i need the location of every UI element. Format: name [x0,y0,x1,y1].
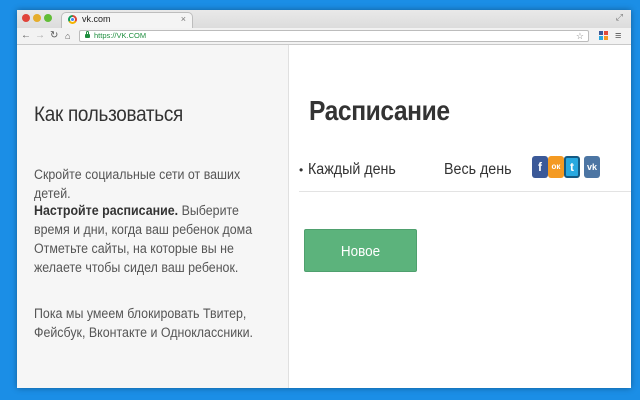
bullet-icon: • [299,163,304,177]
new-rule-button[interactable]: Новое правило [304,229,417,301]
browser-toolbar: ← → ↻ ⌂ https://VK.COM ☆ ≡ [17,28,631,45]
vkontakte-icon: vk [584,156,600,178]
new-rule-label: Новое правило [334,243,387,301]
star-icon[interactable]: ☆ [576,30,584,42]
maximize-window-icon[interactable] [44,14,52,22]
page-content: Как пользоваться Скройте социальные сети… [17,45,631,388]
close-window-icon[interactable] [22,14,30,22]
home-icon[interactable]: ⌂ [65,29,70,43]
address-bar[interactable]: https://VK.COM ☆ [79,30,589,42]
forward-arrow-icon[interactable]: → [35,29,45,43]
browser-window: vk.com × ⤢ ← → ↻ ⌂ https://VK.COM ☆ ≡ Ка… [17,10,631,388]
schedule-panel: Расписание • Каждый день Весь день f ок … [289,45,631,388]
tab-close-icon[interactable]: × [181,14,186,24]
divider [299,191,631,192]
odnoklassniki-icon: ок [548,156,564,178]
rule-days: Каждый день [308,161,396,178]
minimize-window-icon[interactable] [33,14,41,22]
lock-icon [85,31,90,38]
sidebar-supported-networks: Пока мы умеем блокировать Твитер, Фейсбу… [34,306,254,340]
help-sidebar: Как пользоваться Скройте социальные сети… [17,45,289,388]
sidebar-title: Как пользоваться [34,103,184,126]
page-title: Расписание [309,95,450,126]
reload-icon[interactable]: ↻ [50,29,58,43]
sidebar-schedule-bold: Настройте расписание. [34,203,179,218]
tab-title: vk.com [82,14,111,24]
tab-strip: vk.com × ⤢ [17,10,631,28]
url-text[interactable]: https://VK.COM [94,31,146,41]
facebook-icon: f [532,156,548,178]
back-arrow-icon[interactable]: ← [21,29,31,43]
browser-tab[interactable]: vk.com × [61,12,193,28]
extension-icon[interactable] [599,31,609,41]
rule-time: Весь день [444,161,512,178]
chrome-favicon [68,15,77,24]
schedule-rule-row[interactable]: • Каждый день Весь день f ок t vk [299,156,631,184]
fullscreen-icon[interactable]: ⤢ [616,12,623,23]
twitter-icon: t [564,156,580,178]
sidebar-intro: Скройте социальные сети от ваших детей. [34,167,241,201]
sidebar-schedule-help: Настройте расписание. Выберите время и д… [34,201,275,277]
menu-icon[interactable]: ≡ [615,28,621,44]
